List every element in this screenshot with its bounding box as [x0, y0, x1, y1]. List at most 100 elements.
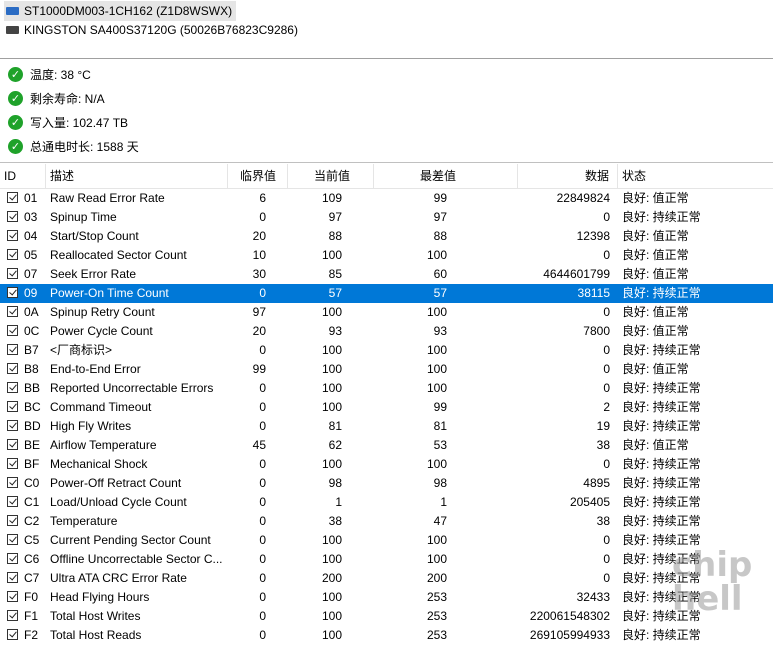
cell-worst: 100 [426, 533, 447, 547]
col-header-status[interactable]: 状态 [618, 164, 773, 188]
row-checkbox[interactable] [7, 591, 18, 602]
cell-id: BE [24, 438, 41, 452]
cell-worst: 99 [433, 191, 447, 205]
cell-status: 良好: 值正常 [622, 229, 689, 243]
col-header-id[interactable]: ID [0, 164, 46, 188]
cell-worst: 47 [433, 514, 447, 528]
row-checkbox[interactable] [7, 363, 18, 374]
col-header-desc[interactable]: 描述 [46, 164, 228, 188]
check-circle-icon: ✓ [8, 66, 23, 82]
table-row[interactable]: C0 Power-Off Retract Count 0 98 98 4895 良好: 持续… [0, 474, 773, 493]
cell-raw: 22849824 [556, 191, 610, 205]
cell-raw: 0 [603, 210, 610, 224]
table-row[interactable]: 09 Power-On Time Count 0 57 57 38115 良好: 持续正常 [0, 284, 773, 303]
col-header-worst[interactable]: 最差值 [374, 164, 518, 188]
cell-current: 100 [321, 628, 342, 642]
table-row[interactable]: 05 Reallocated Sector Count 10 100 100 0 良好: 值… [0, 246, 773, 265]
row-checkbox[interactable] [7, 325, 18, 336]
row-checkbox[interactable] [7, 534, 18, 545]
row-checkbox[interactable] [7, 439, 18, 450]
cell-status: 良好: 持续正常 [622, 514, 701, 528]
row-checkbox[interactable] [7, 458, 18, 469]
cell-desc: Command Timeout [50, 400, 152, 414]
table-row[interactable]: C5 Current Pending Sector Count 0 100 100 0 良好… [0, 531, 773, 550]
cell-current: 100 [321, 457, 342, 471]
cell-threshold: 0 [259, 609, 266, 623]
table-row[interactable]: BC Command Timeout 0 100 99 2 良好: 持续正常 [0, 398, 773, 417]
check-circle-icon: ✓ [8, 138, 23, 154]
table-row[interactable]: BD High Fly Writes 0 81 81 19 良好: 持续正常 [0, 417, 773, 436]
cell-id: F2 [24, 628, 39, 642]
table-row[interactable]: F2 Total Host Reads 0 100 253 269105994933 良好:… [0, 626, 773, 645]
cell-worst: 99 [433, 400, 447, 414]
drive-item-1[interactable]: KINGSTON SA400S37120G (50026B76823C9286) [4, 20, 302, 40]
row-checkbox[interactable] [7, 268, 18, 279]
col-header-raw[interactable]: 数据 [518, 164, 618, 188]
cell-status: 良好: 持续正常 [622, 533, 701, 547]
cell-worst: 60 [433, 267, 447, 281]
table-row[interactable]: 07 Seek Error Rate 30 85 60 4644601799 良好: 值正常 [0, 265, 773, 284]
table-row[interactable]: 03 Spinup Time 0 97 97 0 良好: 持续正常 [0, 208, 773, 227]
row-checkbox[interactable] [7, 192, 18, 203]
summary-life: ✓ 剩余寿命: N/A [8, 87, 105, 109]
table-row[interactable]: B7 <厂商标识> 0 100 100 0 良好: 持续正常 [0, 341, 773, 360]
table-row[interactable]: C7 Ultra ATA CRC Error Rate 0 200 200 0 良好: 持续… [0, 569, 773, 588]
cell-raw: 38 [596, 514, 610, 528]
cell-raw: 4895 [583, 476, 610, 490]
row-checkbox[interactable] [7, 211, 18, 222]
col-header-threshold[interactable]: 临界值 [228, 164, 288, 188]
table-row[interactable]: F1 Total Host Writes 0 100 253 220061548302 良好… [0, 607, 773, 626]
col-header-current[interactable]: 当前值 [288, 164, 374, 188]
table-row[interactable]: 0A Spinup Retry Count 97 100 100 0 良好: 值正常 [0, 303, 773, 322]
row-checkbox[interactable] [7, 344, 18, 355]
table-row[interactable]: BB Reported Uncorrectable Errors 0 100 100 0 良… [0, 379, 773, 398]
cell-current: 100 [321, 400, 342, 414]
cell-threshold: 0 [259, 571, 266, 585]
drive-item-0[interactable]: ST1000DM003-1CH162 (Z1D8WSWX) [4, 1, 237, 21]
table-row[interactable]: BE Airflow Temperature 45 62 53 38 良好: 值正常 [0, 436, 773, 455]
row-checkbox[interactable] [7, 401, 18, 412]
cell-desc: Mechanical Shock [50, 457, 148, 471]
cell-current: 100 [321, 305, 342, 319]
summary-label: 总通电时长: 1588 天 [30, 139, 139, 154]
row-checkbox[interactable] [7, 477, 18, 488]
table-row[interactable]: BF Mechanical Shock 0 100 100 0 良好: 持续正常 [0, 455, 773, 474]
cell-status: 良好: 持续正常 [622, 210, 701, 224]
table-row[interactable]: 0C Power Cycle Count 20 93 93 7800 良好: 值正常 [0, 322, 773, 341]
row-checkbox[interactable] [7, 382, 18, 393]
cell-current: 100 [321, 533, 342, 547]
row-checkbox[interactable] [7, 629, 18, 640]
cell-threshold: 45 [252, 438, 266, 452]
row-checkbox[interactable] [7, 496, 18, 507]
row-checkbox[interactable] [7, 249, 18, 260]
row-checkbox[interactable] [7, 420, 18, 431]
row-checkbox[interactable] [7, 610, 18, 621]
cell-id: F0 [24, 590, 39, 604]
cell-id: 01 [24, 191, 38, 205]
row-checkbox[interactable] [7, 515, 18, 526]
table-row[interactable]: C6 Offline Uncorrectable Sector C... 0 100 1… [0, 550, 773, 569]
cell-worst: 98 [433, 476, 447, 490]
cell-status: 良好: 值正常 [622, 267, 689, 281]
table-row[interactable]: C2 Temperature 0 38 47 38 良好: 持续正常 [0, 512, 773, 531]
cell-raw: 4644601799 [543, 267, 610, 281]
row-checkbox[interactable] [7, 572, 18, 583]
cell-worst: 253 [426, 609, 447, 623]
cell-current: 100 [321, 381, 342, 395]
row-checkbox[interactable] [7, 287, 18, 298]
table-row[interactable]: B8 End-to-End Error 99 100 100 0 良好: 值正常 [0, 360, 773, 379]
table-row[interactable]: C1 Load/Unload Cycle Count 0 1 1 205405 良好: 持续… [0, 493, 773, 512]
table-row[interactable]: 04 Start/Stop Count 20 88 88 12398 良好: 值正常 [0, 227, 773, 246]
cell-id: C1 [24, 495, 40, 509]
cell-desc: <厂商标识> [50, 343, 113, 357]
row-checkbox[interactable] [7, 306, 18, 317]
row-checkbox[interactable] [7, 230, 18, 241]
smart-table: ID 描述 临界值 当前值 最差值 数据 状态 01 Raw Read Error… [0, 164, 773, 663]
cell-threshold: 0 [259, 590, 266, 604]
cell-worst: 100 [426, 305, 447, 319]
row-checkbox[interactable] [7, 553, 18, 564]
table-row[interactable]: F0 Head Flying Hours 0 100 253 32433 良好: 持续正常 [0, 588, 773, 607]
cell-id: 0C [24, 324, 40, 338]
cell-current: 200 [321, 571, 342, 585]
table-row[interactable]: 01 Raw Read Error Rate 6 109 99 22849824 良好: 值… [0, 189, 773, 208]
